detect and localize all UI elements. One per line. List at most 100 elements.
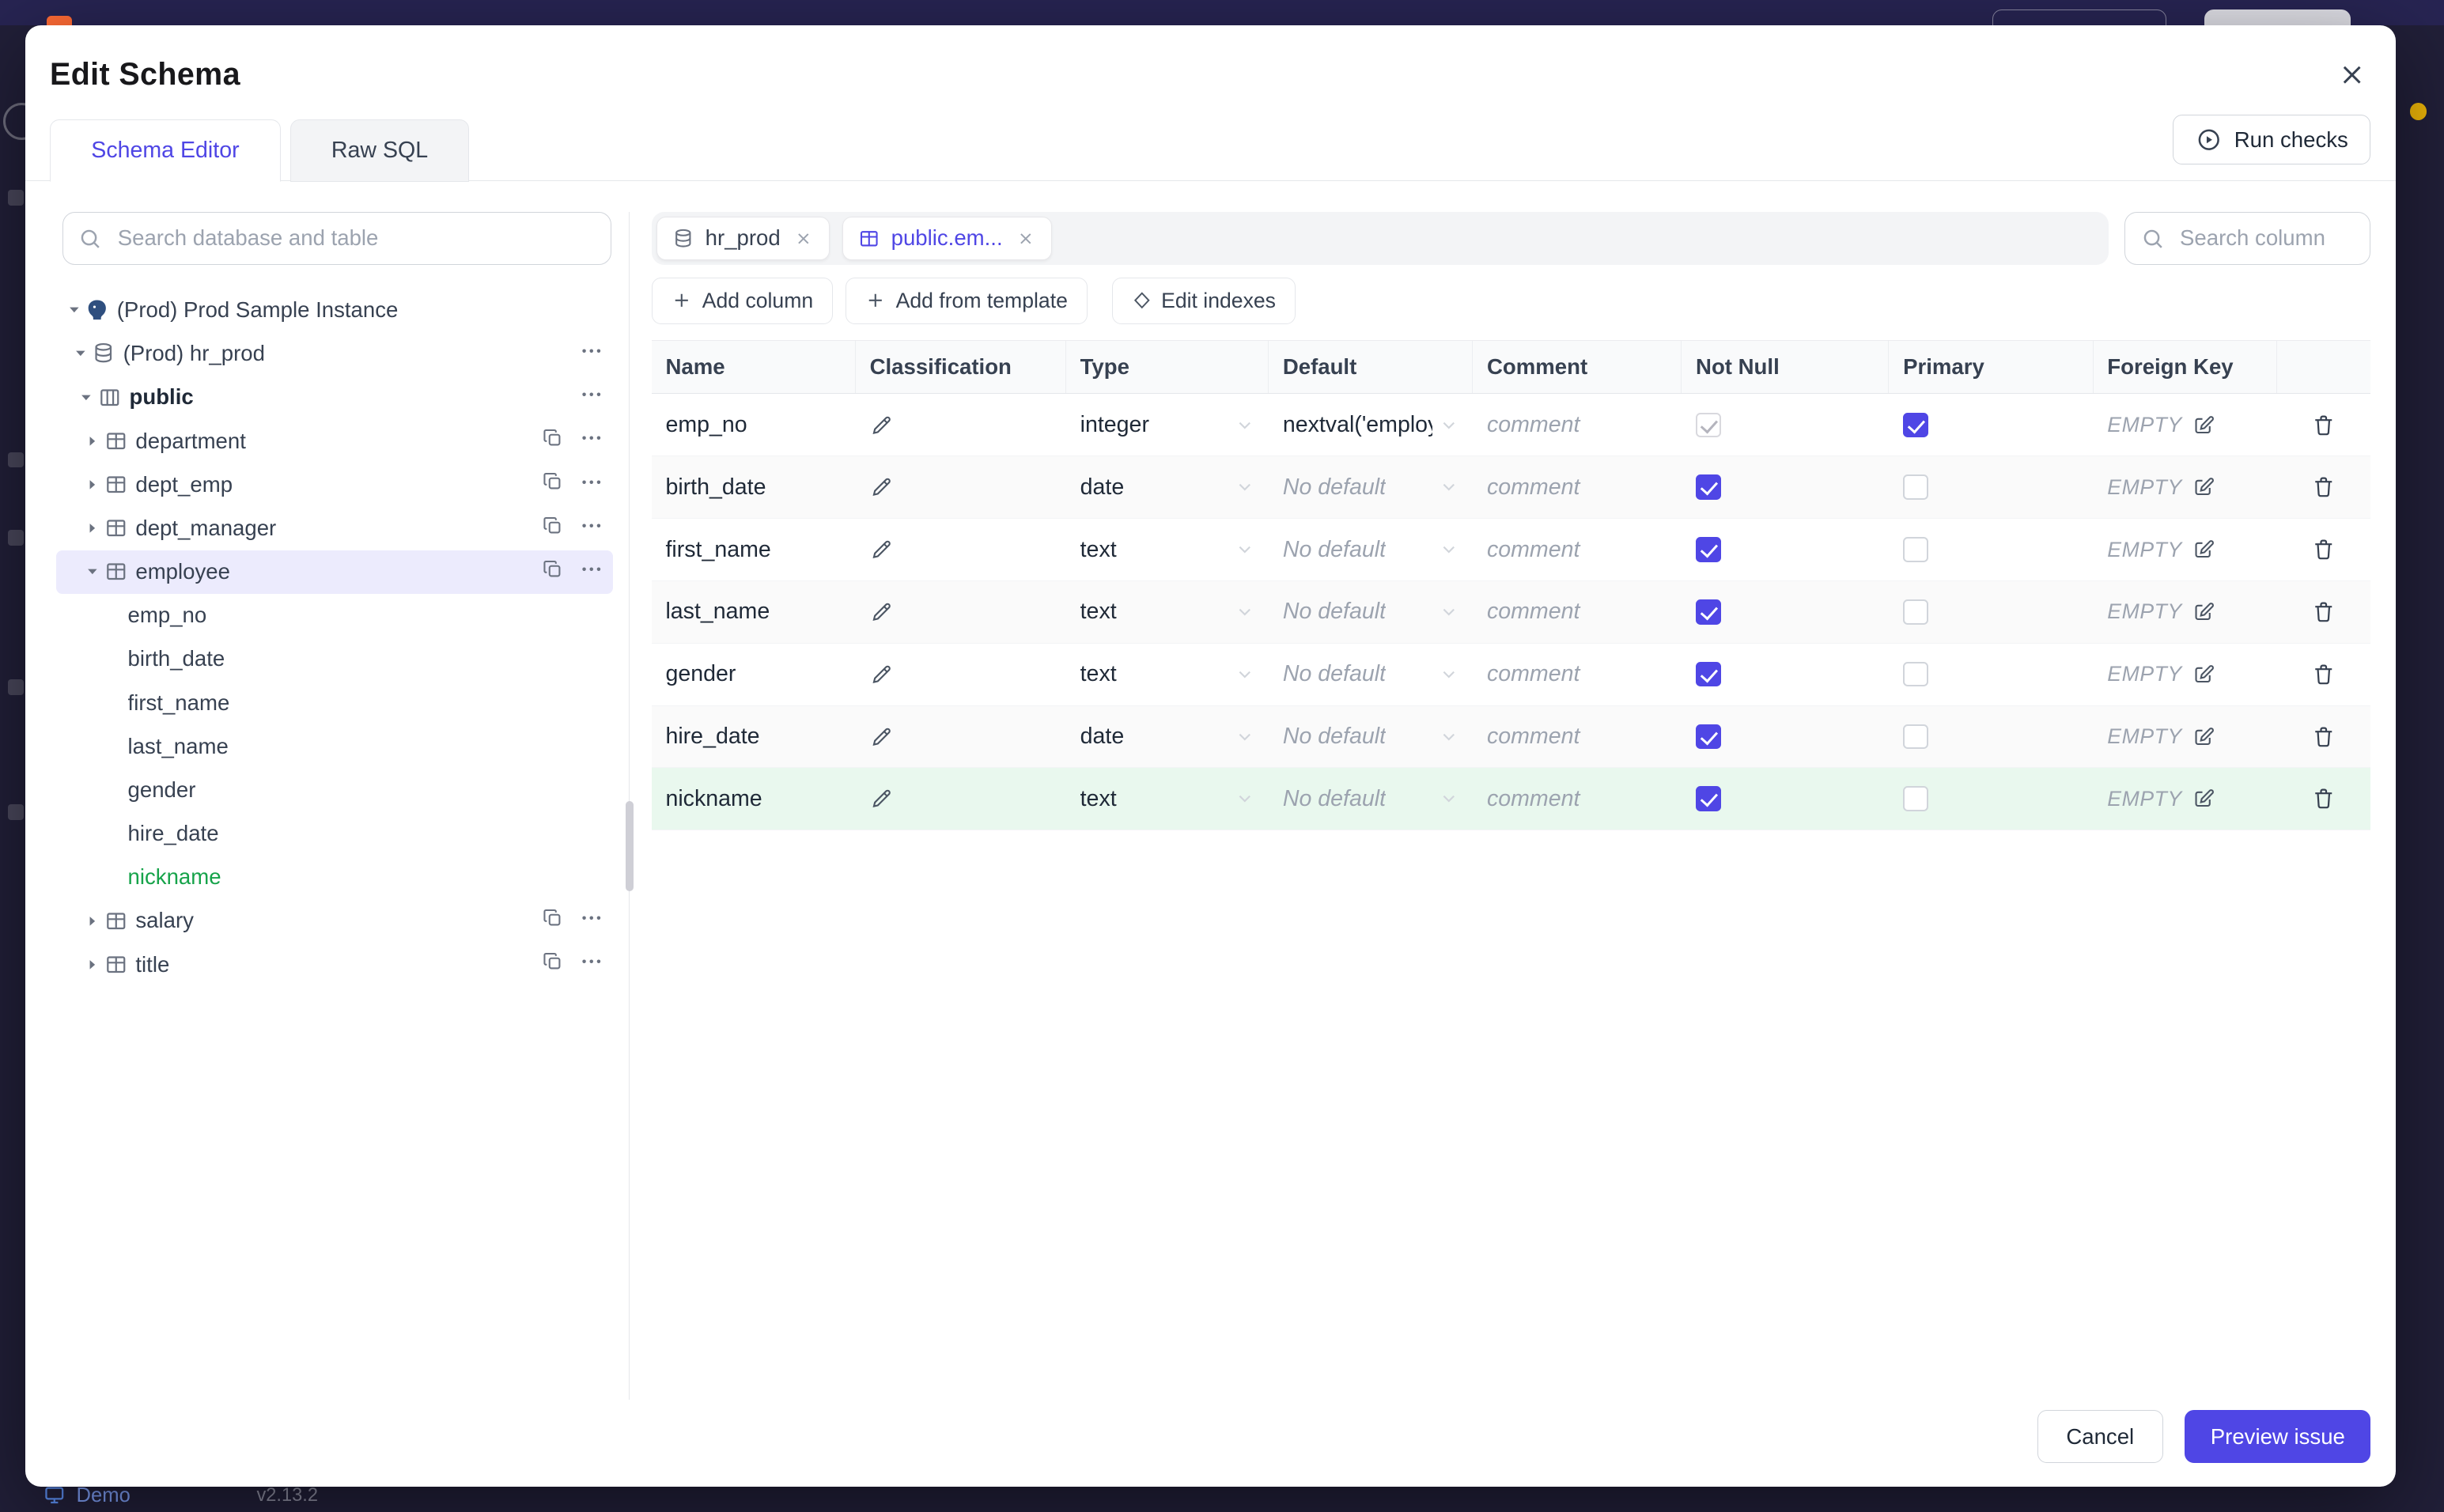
tree-column-last_name[interactable]: last_name — [56, 724, 614, 768]
tree-table-dept_manager[interactable]: dept_manager — [56, 506, 614, 550]
tree-table-salary[interactable]: salary — [56, 899, 614, 943]
comment-input[interactable]: comment — [1473, 644, 1682, 705]
not-null-checkbox[interactable] — [1696, 474, 1721, 500]
more-options-icon[interactable] — [579, 470, 604, 501]
column-name-cell[interactable]: birth_date — [652, 456, 856, 518]
more-options-icon[interactable] — [579, 338, 604, 369]
primary-checkbox[interactable] — [1903, 537, 1928, 562]
tree-table-dept_emp[interactable]: dept_emp — [56, 463, 614, 506]
type-select[interactable]: date — [1066, 456, 1269, 518]
edit-foreign-key-icon[interactable] — [2192, 475, 2215, 499]
primary-checkbox[interactable] — [1903, 599, 1928, 625]
more-options-icon[interactable] — [579, 425, 604, 456]
type-select[interactable]: text — [1066, 519, 1269, 580]
column-search-input[interactable] — [2177, 224, 2355, 253]
edit-foreign-key-icon[interactable] — [2192, 725, 2215, 749]
caret-icon[interactable] — [81, 564, 104, 580]
caret-icon[interactable] — [81, 433, 104, 449]
not-null-checkbox[interactable] — [1696, 537, 1721, 562]
edit-classification-icon[interactable] — [870, 663, 894, 686]
tab-raw-sql[interactable]: Raw SQL — [289, 119, 470, 182]
tree-column-hire_date[interactable]: hire_date — [56, 812, 614, 856]
tree-search[interactable] — [62, 211, 612, 265]
column-search[interactable] — [2124, 211, 2371, 265]
caret-down-icon[interactable] — [75, 390, 99, 406]
primary-checkbox[interactable] — [1903, 724, 1928, 750]
tree-column-first_name[interactable]: first_name — [56, 681, 614, 724]
comment-input[interactable]: comment — [1473, 768, 1682, 830]
default-select[interactable]: nextval('employ — [1269, 394, 1473, 455]
edit-foreign-key-icon[interactable] — [2192, 538, 2215, 561]
more-options-icon[interactable] — [579, 513, 604, 544]
edit-classification-icon[interactable] — [870, 538, 894, 561]
tree-column-emp_no[interactable]: emp_no — [56, 594, 614, 637]
add-column-button[interactable]: Add column — [651, 277, 833, 324]
more-options-icon[interactable] — [579, 382, 604, 413]
edit-classification-icon[interactable] — [870, 475, 894, 499]
default-select[interactable]: No default — [1269, 644, 1473, 705]
trash-icon[interactable] — [2311, 474, 2336, 500]
copy-icon[interactable] — [542, 427, 564, 455]
primary-checkbox[interactable] — [1903, 412, 1928, 438]
caret-down-icon[interactable] — [69, 346, 93, 361]
default-select[interactable]: No default — [1269, 456, 1473, 518]
edit-classification-icon[interactable] — [870, 725, 894, 749]
close-icon[interactable] — [2330, 53, 2374, 96]
caret-icon[interactable] — [81, 957, 104, 973]
caret-down-icon[interactable] — [62, 302, 86, 318]
run-checks-button[interactable]: Run checks — [2172, 115, 2371, 165]
comment-input[interactable]: comment — [1473, 581, 1682, 643]
caret-icon[interactable] — [81, 520, 104, 536]
editor-tab-public-employee[interactable]: public.em... — [842, 216, 1052, 261]
edit-foreign-key-icon[interactable] — [2192, 787, 2215, 811]
close-tab-icon[interactable] — [794, 229, 813, 248]
tree-column-birth_date[interactable]: birth_date — [56, 637, 614, 681]
more-options-icon[interactable] — [579, 949, 604, 980]
cancel-button[interactable]: Cancel — [2037, 1410, 2163, 1464]
tree-schema-public[interactable]: public — [56, 376, 614, 419]
default-select[interactable]: No default — [1269, 581, 1473, 643]
editor-tab-hr-prod[interactable]: hr_prod — [656, 216, 830, 261]
comment-input[interactable]: comment — [1473, 519, 1682, 580]
trash-icon[interactable] — [2311, 537, 2336, 562]
more-options-icon[interactable] — [579, 905, 604, 936]
column-name-cell[interactable]: last_name — [652, 581, 856, 643]
copy-icon[interactable] — [542, 471, 564, 498]
trash-icon[interactable] — [2311, 786, 2336, 811]
default-select[interactable]: No default — [1269, 768, 1473, 830]
tree-search-input[interactable] — [114, 224, 596, 253]
more-options-icon[interactable] — [579, 557, 604, 588]
primary-checkbox[interactable] — [1903, 474, 1928, 500]
tree-table-employee[interactable]: employee — [55, 550, 614, 594]
comment-input[interactable]: comment — [1473, 394, 1682, 455]
close-tab-icon[interactable] — [1016, 229, 1035, 248]
trash-icon[interactable] — [2311, 662, 2336, 687]
not-null-checkbox[interactable] — [1696, 786, 1721, 811]
type-select[interactable]: integer — [1066, 394, 1269, 455]
edit-foreign-key-icon[interactable] — [2192, 414, 2215, 437]
edit-classification-icon[interactable] — [870, 414, 894, 437]
primary-checkbox[interactable] — [1903, 661, 1928, 687]
comment-input[interactable]: comment — [1473, 456, 1682, 518]
caret-icon[interactable] — [81, 477, 104, 493]
edit-classification-icon[interactable] — [870, 787, 894, 811]
not-null-checkbox[interactable] — [1696, 661, 1721, 687]
tab-schema-editor[interactable]: Schema Editor — [50, 119, 281, 182]
trash-icon[interactable] — [2311, 724, 2336, 750]
column-name-cell[interactable]: first_name — [652, 519, 856, 580]
tree-table-title[interactable]: title — [56, 943, 614, 986]
copy-icon[interactable] — [542, 515, 564, 542]
copy-icon[interactable] — [542, 907, 564, 935]
type-select[interactable]: text — [1066, 581, 1269, 643]
trash-icon[interactable] — [2311, 599, 2336, 625]
tree-scrollbar[interactable] — [626, 800, 634, 892]
tree-table-department[interactable]: department — [56, 419, 614, 463]
not-null-checkbox[interactable] — [1696, 412, 1721, 438]
type-select[interactable]: text — [1066, 644, 1269, 705]
column-name-cell[interactable]: gender — [652, 644, 856, 705]
edit-indexes-button[interactable]: Edit indexes — [1112, 277, 1296, 324]
type-select[interactable]: date — [1066, 706, 1269, 768]
add-from-template-button[interactable]: Add from template — [845, 277, 1088, 324]
trash-icon[interactable] — [2311, 413, 2336, 438]
comment-input[interactable]: comment — [1473, 706, 1682, 768]
